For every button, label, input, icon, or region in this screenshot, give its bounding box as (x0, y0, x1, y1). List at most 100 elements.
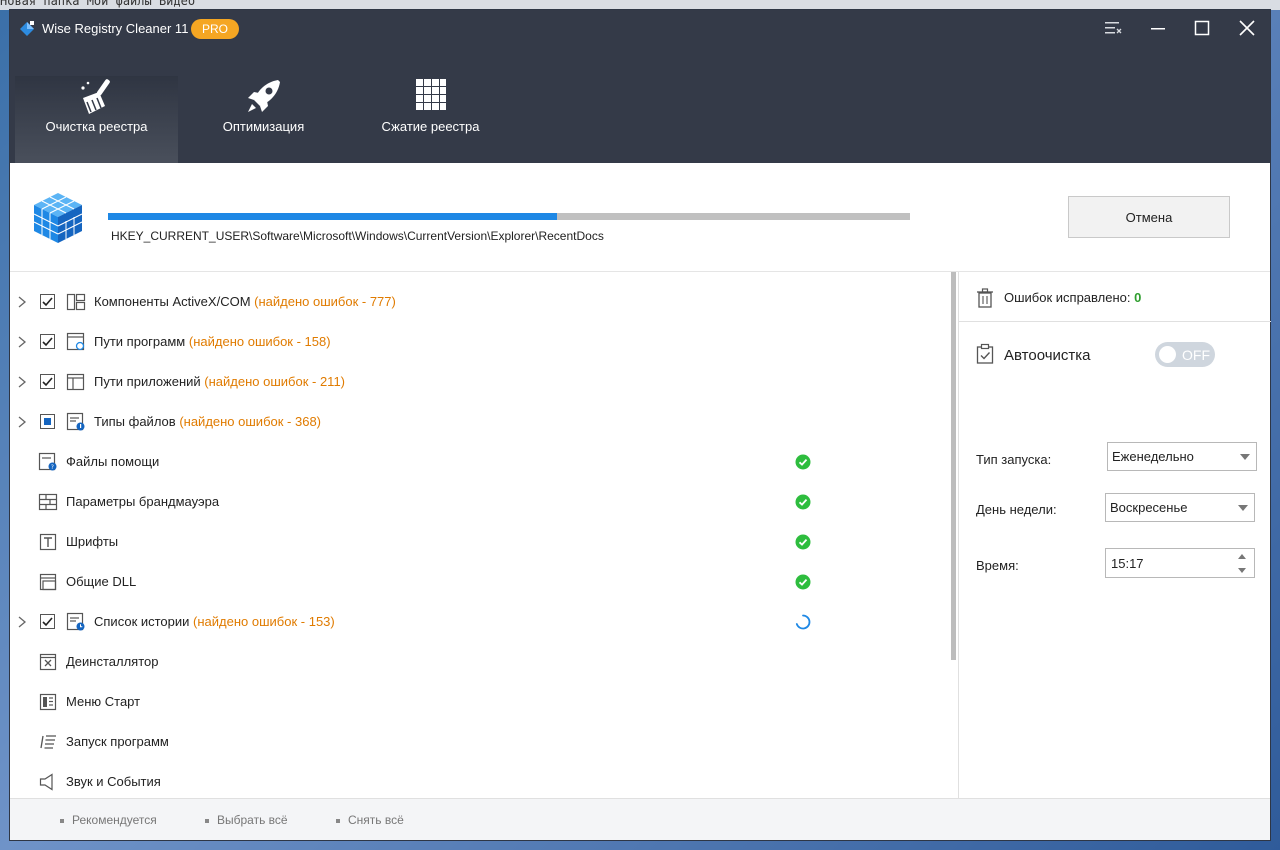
toggle-knob (1159, 346, 1176, 363)
nav-label: Сжатие реестра (381, 119, 480, 134)
pro-badge[interactable]: PRO (191, 19, 240, 39)
list-item: Шрифты (10, 522, 948, 562)
launch-type-value: Еженедельно (1112, 449, 1194, 464)
nav-label: Оптимизация (222, 119, 305, 134)
trash-icon (977, 288, 993, 308)
chevron-right-icon[interactable] (16, 335, 28, 349)
toggle-state: OFF (1182, 347, 1210, 363)
checkbox-checked[interactable] (40, 294, 55, 309)
dropdown-arrow-icon (1240, 454, 1250, 460)
launch-type-label: Тип запуска: (976, 452, 1052, 467)
row-label: Звук и События (66, 774, 161, 789)
time-input[interactable]: 15:17 (1105, 548, 1255, 578)
weekday-value: Воскресенье (1110, 500, 1188, 515)
chevron-right-icon[interactable] (16, 615, 28, 629)
checkbox-checked[interactable] (40, 614, 55, 629)
row-label: Типы файлов (найдено ошибок - 368) (94, 414, 322, 429)
footer: Рекомендуется Выбрать всё Снять всё (10, 798, 1270, 840)
svg-text:?: ? (51, 464, 54, 471)
close-icon (1239, 20, 1255, 36)
time-label: Время: (976, 558, 1019, 573)
background-window-text: Новая папка Мои файлы Видео (0, 0, 196, 8)
weekday-select[interactable]: Воскресенье (1105, 493, 1255, 522)
menu-icon (1105, 22, 1122, 34)
help-files-icon: ? (38, 452, 57, 471)
list-item[interactable]: Список истории (найдено ошибок - 153) (10, 602, 948, 642)
recommended-link[interactable]: Рекомендуется (60, 813, 157, 827)
file-types-icon (66, 412, 85, 431)
chevron-right-icon[interactable] (16, 295, 28, 309)
uninstaller-icon (39, 653, 57, 671)
list-item: Деинсталлятор (10, 642, 948, 682)
close-button[interactable] (1230, 14, 1264, 42)
category-list: Компоненты ActiveX/COM (найдено ошибок -… (10, 272, 948, 798)
scrollbar-thumb[interactable] (951, 272, 956, 660)
deselect-all-link[interactable]: Снять всё (336, 813, 404, 827)
row-label: Компоненты ActiveX/COM (найдено ошибок -… (94, 294, 396, 309)
chevron-right-icon[interactable] (16, 375, 28, 389)
row-label: Деинсталлятор (66, 654, 159, 669)
errors-fixed-label: Ошибок исправлено: 0 (1004, 290, 1142, 305)
maximize-icon (1194, 20, 1210, 36)
checkmark-icon (42, 617, 53, 627)
program-paths-icon (66, 332, 85, 351)
auto-clean-toggle[interactable]: OFF (1155, 342, 1215, 367)
checkmark-icon (42, 377, 53, 387)
launch-type-select[interactable]: Еженедельно (1107, 442, 1257, 471)
list-scrollbar[interactable] (948, 272, 958, 798)
list-item: Меню Старт (10, 682, 948, 722)
select-all-link[interactable]: Выбрать всё (205, 813, 288, 827)
row-label: Список истории (найдено ошибок - 153) (94, 614, 335, 629)
scan-progress-fill (108, 213, 558, 220)
auto-clean-label: Автоочистка (1004, 347, 1091, 364)
activex-icon (66, 293, 86, 311)
checkmark-icon (42, 297, 53, 307)
dropdown-arrow-icon (1238, 505, 1248, 511)
minimize-icon (1151, 28, 1165, 30)
checkbox-checked[interactable] (40, 374, 55, 389)
registry-cube-icon (33, 193, 83, 243)
chevron-right-icon[interactable] (16, 415, 28, 429)
scan-current-path: HKEY_CURRENT_USER\Software\Microsoft\Win… (111, 229, 604, 243)
spin-down-icon[interactable] (1238, 568, 1246, 573)
row-label: Меню Старт (66, 694, 141, 709)
app-paths-icon (66, 373, 85, 391)
app-window: Wise Registry Cleaner 11 PRO Очистка рее… (10, 10, 1271, 840)
spin-up-icon[interactable] (1238, 554, 1246, 559)
list-item[interactable]: Типы файлов (найдено ошибок - 368) (10, 402, 948, 442)
history-list-icon (66, 612, 85, 631)
row-label: Параметры брандмауэра (66, 494, 220, 509)
maximize-button[interactable] (1185, 14, 1219, 42)
check-circle-icon (795, 494, 811, 510)
nav-optimization[interactable]: Оптимизация (182, 76, 345, 165)
list-item: Общие DLL (10, 562, 948, 602)
checkbox-partial[interactable] (40, 414, 55, 429)
header: Wise Registry Cleaner 11 PRO Очистка рее… (10, 10, 1270, 165)
fonts-icon (39, 533, 57, 551)
menu-button[interactable] (1096, 14, 1130, 42)
list-item: Звук и События (10, 762, 948, 798)
cancel-button[interactable]: Отмена (1068, 196, 1230, 238)
rocket-icon (247, 80, 280, 112)
titlebar[interactable]: Wise Registry Cleaner 11 PRO (10, 10, 1270, 46)
minimize-button[interactable] (1141, 14, 1175, 42)
shared-dll-icon (39, 573, 57, 591)
nav-label: Очистка реестра (45, 119, 148, 134)
errors-fixed-count: 0 (1134, 290, 1142, 305)
nav-registry-defrag[interactable]: Сжатие реестра (349, 76, 512, 165)
list-item[interactable]: Пути приложений (найдено ошибок - 211) (10, 362, 948, 402)
background-window-strip: Новая папка Мои файлы Видео (0, 0, 1280, 10)
nav-registry-cleaner[interactable]: Очистка реестра (15, 76, 178, 165)
list-item[interactable]: Компоненты ActiveX/COM (найдено ошибок -… (10, 282, 948, 322)
app-logo-icon (20, 21, 34, 36)
loading-spinner-icon (795, 614, 811, 630)
row-label: Общие DLL (66, 574, 137, 589)
row-label: Запуск программ (66, 734, 169, 749)
list-item[interactable]: Пути программ (найдено ошибок - 158) (10, 322, 948, 362)
row-label: Шрифты (66, 534, 119, 549)
startup-programs-icon (40, 735, 56, 749)
checkbox-checked[interactable] (40, 334, 55, 349)
app-title: Wise Registry Cleaner 11 (42, 21, 189, 36)
sound-events-icon (39, 773, 53, 791)
firewall-icon (38, 493, 58, 511)
